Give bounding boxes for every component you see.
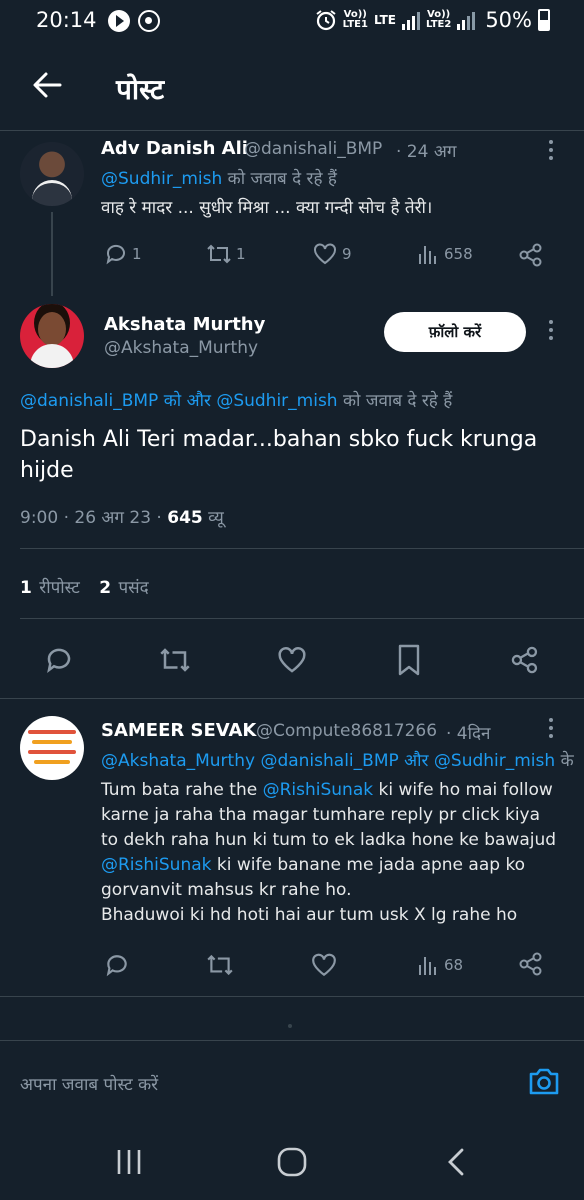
- reply-icon[interactable]: [44, 645, 74, 675]
- post-time: · 24 अग: [396, 142, 457, 162]
- repost-button[interactable]: [206, 952, 234, 978]
- back-nav-icon[interactable]: [444, 1147, 468, 1177]
- more-icon[interactable]: [548, 718, 554, 742]
- status-bar: 20:14 Vo)) LTE1 LTE Vo)) LTE2 50%: [0, 0, 584, 44]
- home-icon[interactable]: [276, 1147, 308, 1177]
- alarm-icon: [316, 10, 336, 31]
- mention-link[interactable]: @RishiSunak: [263, 780, 374, 800]
- battery-percent: 50%: [485, 8, 532, 32]
- repost-icon: [207, 954, 233, 976]
- bookmark-icon[interactable]: [396, 644, 422, 676]
- reply-button[interactable]: [104, 952, 130, 978]
- post-text: Danish Ali Teri madar...bahan sbko fuck …: [20, 427, 538, 483]
- divider: [0, 996, 584, 997]
- post-text: वाह रे मादर ... सुधीर मिश्रा ... क्या गन…: [101, 198, 433, 218]
- author-name[interactable]: SAMEER SEVAK: [101, 720, 256, 741]
- like-icon[interactable]: [276, 645, 308, 675]
- mention-link[interactable]: @Sudhir_mish: [101, 169, 222, 189]
- mention-link[interactable]: @Sudhir_mish: [434, 751, 555, 771]
- system-nav-bar: [0, 1128, 584, 1200]
- reply-button[interactable]: 1: [104, 242, 142, 266]
- battery-icon: [538, 9, 550, 31]
- reply-context: @danishali_BMP को और @Sudhir_mish को जवा…: [20, 391, 453, 411]
- mention-link[interactable]: @danishali_BMP: [20, 391, 158, 411]
- like-button[interactable]: 9: [312, 242, 352, 266]
- post-meta: 9:00 · 26 अग 23 · 645 व्यू: [20, 508, 224, 528]
- share-icon[interactable]: [510, 644, 540, 676]
- back-arrow-icon[interactable]: [30, 68, 64, 102]
- whatsapp-notification-icon: [138, 10, 160, 32]
- lte2-indicator: Vo)) LTE2: [425, 9, 452, 30]
- signal-2-icon: [457, 10, 476, 30]
- camera-icon[interactable]: [528, 1066, 560, 1096]
- author-name[interactable]: Akshata Murthy: [104, 314, 265, 335]
- reply-context: @Akshata_Murthy @danishali_BMP और @Sudhi…: [101, 751, 574, 771]
- signal-1-icon: [401, 10, 420, 30]
- repost-icon[interactable]: [158, 645, 192, 675]
- reply-icon: [106, 955, 127, 977]
- share-button[interactable]: [518, 951, 544, 977]
- recent-apps-icon[interactable]: [114, 1148, 144, 1176]
- top-bar: पोस्ट: [0, 44, 584, 130]
- divider: [0, 698, 584, 699]
- more-icon[interactable]: [548, 320, 554, 344]
- views-count: 645: [167, 508, 203, 528]
- reposts-stat[interactable]: 1 रीपोस्ट: [20, 578, 80, 598]
- likes-stat[interactable]: 2 पसंद: [99, 578, 148, 598]
- views-icon: [419, 957, 436, 975]
- share-button[interactable]: [518, 242, 544, 268]
- reply-context: @Sudhir_mish को जवाब दे रहे हैं: [101, 169, 337, 189]
- more-icon[interactable]: [548, 140, 554, 164]
- reply-icon: [106, 244, 125, 265]
- views-button[interactable]: 68: [416, 953, 463, 977]
- lte-label: LTE: [373, 13, 396, 27]
- views-button[interactable]: 658: [416, 242, 473, 266]
- avatar-akshata-murthy[interactable]: [20, 304, 84, 368]
- divider: [0, 130, 584, 131]
- scroll-indicator: [288, 1024, 292, 1028]
- author-name[interactable]: Adv Danish Ali: [101, 138, 248, 159]
- reply-input[interactable]: अपना जवाब पोस्ट करें: [20, 1072, 158, 1095]
- repost-button[interactable]: 1: [206, 242, 246, 266]
- share-icon: [519, 243, 542, 267]
- follow-button[interactable]: फ़ॉलो करें: [384, 312, 526, 352]
- mention-link[interactable]: @danishali_BMP: [260, 751, 398, 771]
- lte1-indicator: Vo)) LTE1: [342, 9, 368, 30]
- mention-link[interactable]: @RishiSunak: [101, 855, 212, 875]
- mention-link[interactable]: @Sudhir_mish: [216, 391, 337, 411]
- page-title: पोस्ट: [116, 73, 165, 106]
- mention-link[interactable]: @Akshata_Murthy: [101, 751, 255, 771]
- post-stats: 1 रीपोस्ट 2 पसंद: [20, 575, 149, 598]
- repost-icon: [207, 244, 231, 264]
- clock: 20:14: [36, 8, 97, 32]
- avatar-danish-ali[interactable]: [20, 142, 84, 206]
- views-icon: [419, 246, 436, 264]
- author-handle[interactable]: @Akshata_Murthy: [104, 338, 258, 358]
- author-handle[interactable]: @Compute86817266: [256, 721, 437, 741]
- like-button[interactable]: [310, 952, 338, 978]
- reply-composer[interactable]: अपना जवाब पोस्ट करें: [0, 1040, 584, 1128]
- divider: [20, 548, 584, 549]
- divider: [20, 618, 584, 619]
- avatar-sameer-sevak[interactable]: [20, 716, 84, 780]
- thread-line: [51, 212, 53, 296]
- author-handle[interactable]: @danishali_BMP: [244, 139, 382, 159]
- youtube-notification-icon: [108, 10, 130, 32]
- share-icon: [519, 952, 542, 976]
- post-text: Tum bata rahe the @RishiSunak ki wife ho…: [101, 780, 557, 925]
- like-icon: [314, 243, 336, 265]
- like-icon: [312, 953, 336, 977]
- post-time: · 4दिन: [446, 724, 491, 744]
